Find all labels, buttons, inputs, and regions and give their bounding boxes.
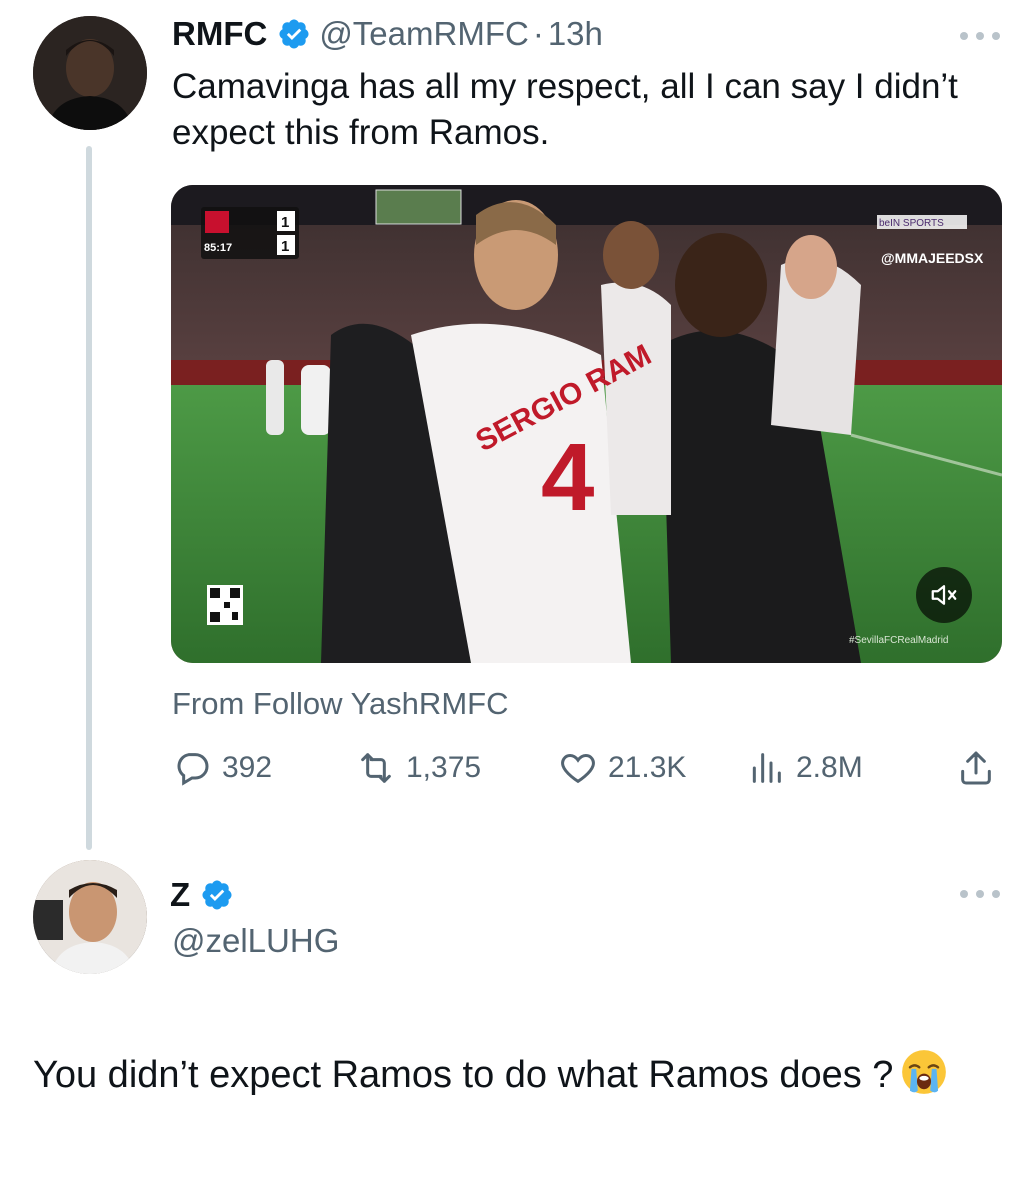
tweet-header: RMFC @TeamRMFC · 13h [172, 14, 603, 54]
tweet-text: Camavinga has all my respect, all I can … [172, 67, 958, 152]
reply-author-avatar[interactable] [33, 860, 147, 974]
loudly-crying-face-icon [902, 1050, 947, 1094]
scoreboard-time: 85:17 [204, 242, 232, 254]
thread-connector-line [86, 146, 92, 850]
broadcaster-logo: beIN SPORTS [879, 218, 944, 229]
share-button[interactable] [956, 748, 1006, 788]
views-count: 2.8M [796, 751, 863, 784]
reply-count: 392 [222, 751, 273, 784]
retweet-icon [361, 753, 391, 783]
tweet-video[interactable]: SERGIO RAM 4 85:17 1 1 beIN SPORTS @MMAJ… [171, 185, 1002, 663]
more-options-icon[interactable] [960, 30, 1000, 42]
tweet-timestamp[interactable]: 13h [548, 14, 603, 54]
author-avatar[interactable] [33, 16, 147, 130]
jersey-number-label: 4 [541, 424, 594, 531]
author-name[interactable]: RMFC [172, 14, 267, 54]
retweet-button[interactable]: 1,375 [356, 748, 481, 788]
reply-more-options-icon[interactable] [960, 888, 1000, 900]
reply-text-block: You didn’t expect Ramos to do what Ramos… [33, 1046, 993, 1104]
heart-icon [561, 753, 595, 784]
like-count: 21.3K [608, 751, 687, 784]
reply-button[interactable]: 392 [172, 748, 272, 788]
views-chart-icon [752, 753, 781, 783]
video-watermark: @MMAJEEDSX [881, 250, 984, 266]
reply-author-handle[interactable]: @zelLUHG [172, 922, 339, 960]
retweet-count: 1,375 [406, 751, 482, 784]
like-button[interactable]: 21.3K [558, 748, 686, 788]
tweet-action-bar: 392 1,375 21.3K 2.8M [172, 748, 1002, 794]
video-source-attribution[interactable]: From Follow YashRMFC [172, 686, 508, 722]
reply-header: Z [170, 876, 242, 914]
unmute-button[interactable] [916, 567, 972, 623]
author-handle[interactable]: @TeamRMFC [319, 14, 529, 54]
reply-author-name[interactable]: Z [170, 876, 190, 914]
share-icon [961, 751, 991, 785]
views-button[interactable]: 2.8M [746, 748, 863, 788]
video-hashtag: #SevillaFCRealMadrid [849, 635, 948, 646]
score-away: 1 [281, 238, 289, 255]
reply-icon [177, 753, 209, 786]
muted-speaker-icon [931, 585, 957, 605]
verified-badge-icon [202, 880, 232, 910]
header-separator: · [532, 15, 544, 52]
reply-text: You didn’t expect Ramos to do what Ramos… [33, 1054, 894, 1096]
score-home: 1 [281, 214, 289, 231]
verified-badge-icon [279, 19, 309, 49]
